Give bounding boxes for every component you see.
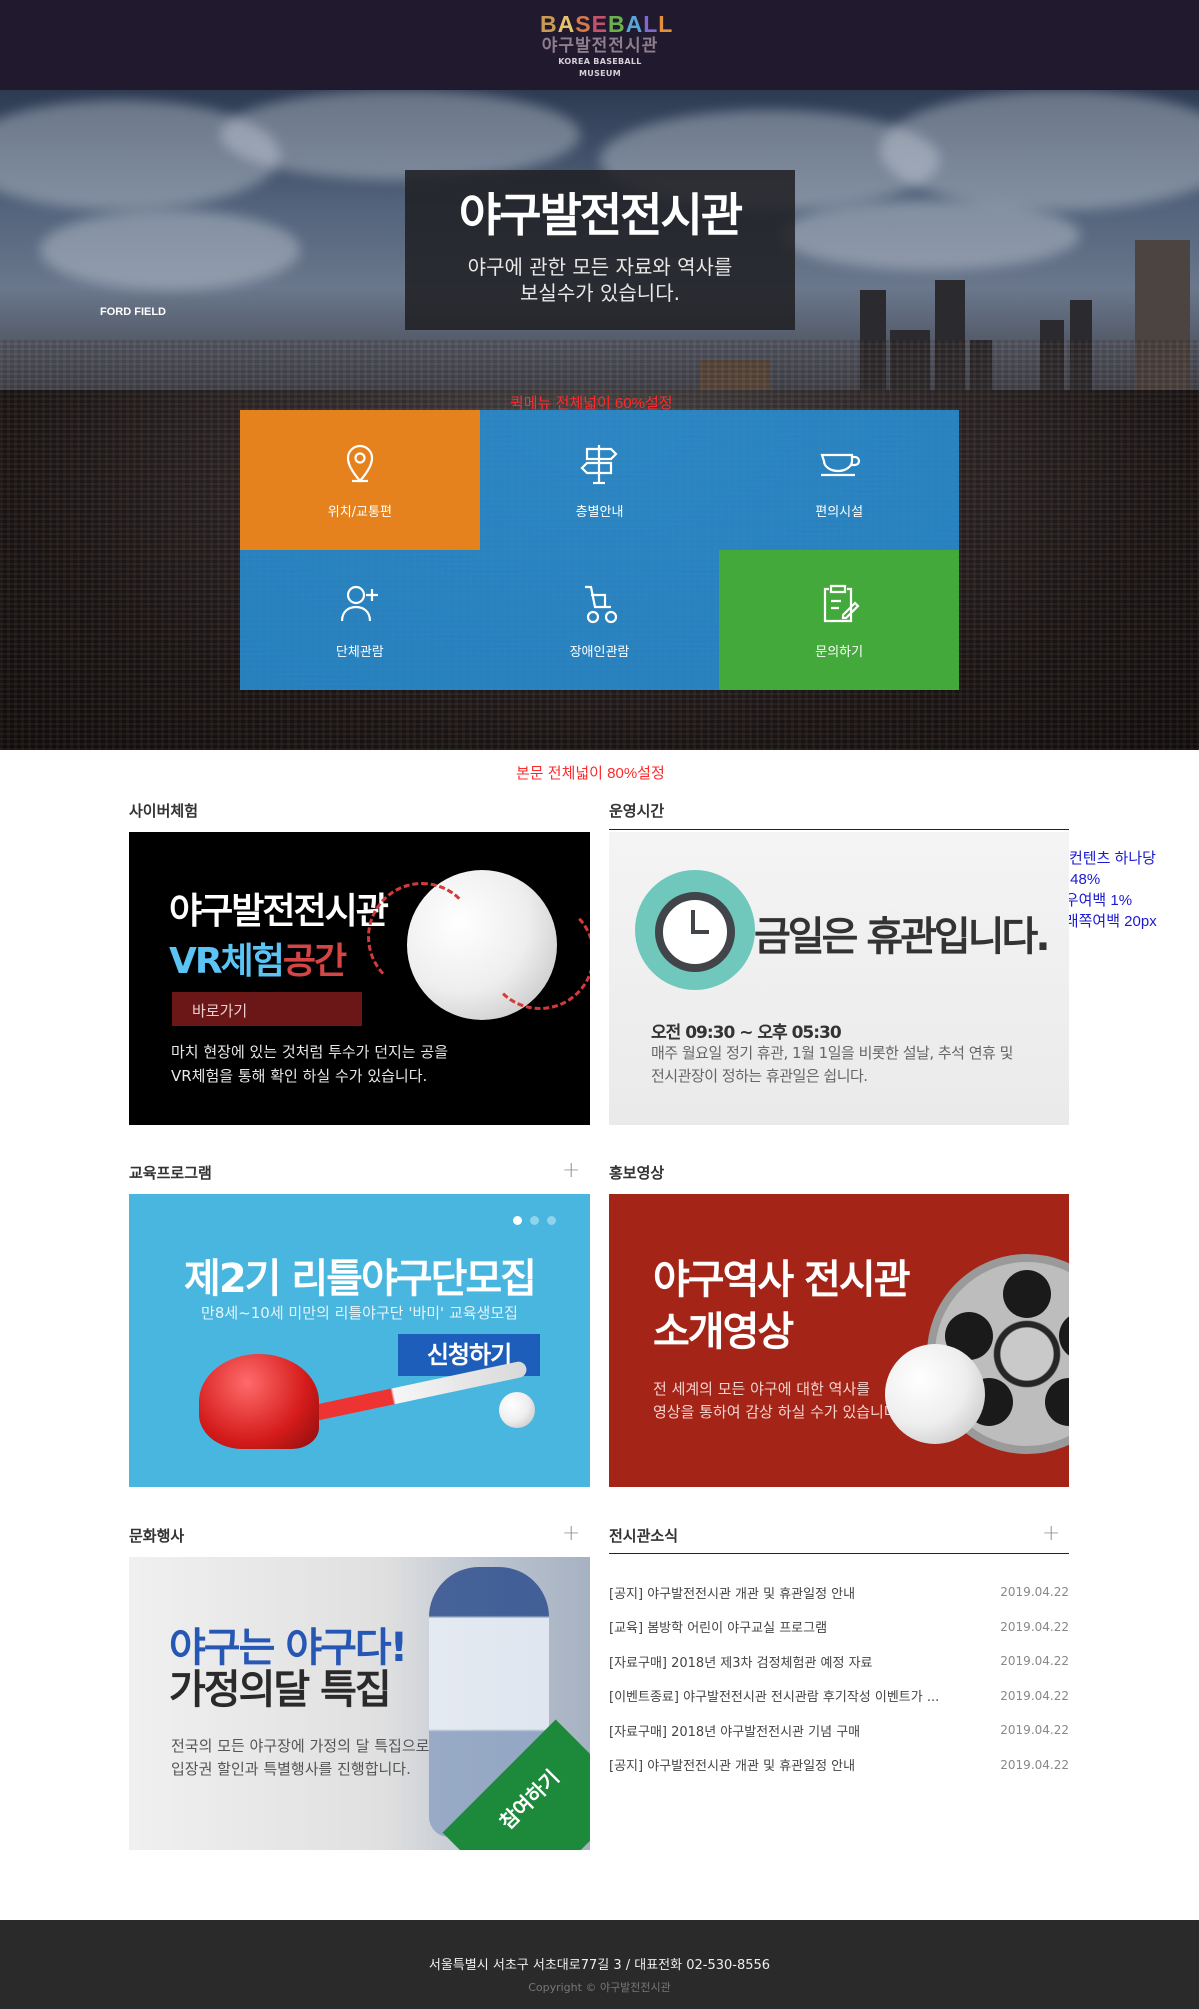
vr-subtitle: VR체험공간 xyxy=(169,941,347,982)
education-more-plus-icon[interactable]: + xyxy=(562,1160,580,1182)
section-title-news: 전시관소식 xyxy=(609,1527,679,1545)
hours-time: 오전 09:30 ~ 오후 05:30 xyxy=(651,1023,842,1043)
quick-inquiry-label: 문의하기 xyxy=(815,644,864,660)
hours-description: 매주 월요일 정기 휴관, 1월 1일을 비롯한 설날, 추석 연휴 및 전시관… xyxy=(651,1044,1013,1085)
baseball-image xyxy=(885,1344,985,1444)
site-header: BASEBALL 야구발전전시관 KOREA BASEBALL MUSEUM xyxy=(0,0,1199,90)
league-title: 제2기 리틀야구단모집 xyxy=(184,1256,537,1302)
news-title[interactable]: [공지] 야구발전전시관 개관 및 휴관일정 안내 xyxy=(609,1583,855,1602)
logo-english-name: KOREA BASEBALL MUSEUM xyxy=(558,57,642,78)
section-title-education: 교육프로그램 xyxy=(129,1164,212,1182)
slider-dot[interactable] xyxy=(547,1216,556,1225)
news-date: 2019.04.22 xyxy=(1000,1619,1069,1634)
quick-accessibility[interactable]: 장애인관람 xyxy=(479,550,720,690)
news-date: 2019.04.22 xyxy=(1000,1723,1069,1738)
join-label: 참여하기 xyxy=(494,1765,564,1835)
quick-group-visit[interactable]: 단체관람 xyxy=(240,550,480,690)
quick-facilities[interactable]: 편의시설 xyxy=(719,410,959,550)
news-title[interactable]: [이벤트종료] 야구발전전시관 전시관람 후기작성 이벤트가 ... xyxy=(609,1686,939,1705)
slider-dots[interactable] xyxy=(513,1216,556,1225)
news-title[interactable]: [교육] 봄방학 어린이 야구교실 프로그램 xyxy=(609,1617,827,1636)
baseball-image xyxy=(367,870,590,1020)
logo-wordmark: BASEBALL xyxy=(540,11,674,37)
site-logo[interactable]: BASEBALL 야구발전전시관 KOREA BASEBALL MUSEUM xyxy=(540,11,674,80)
culture-description: 전국의 모든 야구장에 가정의 달 특집으로 입장권 할인과 특별행사를 진행합… xyxy=(171,1737,430,1778)
quick-floor-guide-label: 층별안내 xyxy=(575,504,624,520)
batting-helmet-image xyxy=(199,1354,319,1449)
wheelchair-icon xyxy=(585,585,618,623)
news-date: 2019.04.22 xyxy=(1000,1585,1069,1600)
vr-description: 마치 현장에 있는 것처럼 투수가 던지는 공을 VR체험을 통해 확인 하실 … xyxy=(171,1043,449,1085)
quick-menu: 위치/교통편 층별안내 편의시설 단체관람 장애인관람 문의하기 xyxy=(240,410,959,690)
news-item[interactable]: [이벤트종료] 야구발전전시관 전시관람 후기작성 이벤트가 ... 2019.… xyxy=(609,1679,1069,1714)
section-divider xyxy=(609,829,1069,830)
news-date: 2019.04.22 xyxy=(1000,1757,1069,1772)
site-footer: 서울특별시 서초구 서초대로77길 3 / 대표전화 02-530-8556 C… xyxy=(0,1920,1199,2009)
promo-video-banner[interactable]: 야구역사 전시관 소개영상 전 세계의 모든 야구에 대한 역사를 영상을 통하… xyxy=(609,1194,1069,1487)
footer-address: 서울특별시 서초구 서초대로77길 3 / 대표전화 02-530-8556 xyxy=(428,1958,771,1973)
news-title[interactable]: [자료구매] 2018년 제3차 검정체험관 예정 자료 xyxy=(609,1652,873,1671)
clock-icon xyxy=(655,892,735,972)
section-divider xyxy=(609,1553,1069,1554)
news-date: 2019.04.22 xyxy=(1000,1688,1069,1703)
promo-description: 전 세계의 모든 야구에 대한 역사를 영상을 통하여 감상 하실 수가 있습니… xyxy=(653,1380,903,1421)
quick-location[interactable]: 위치/교통편 xyxy=(240,410,480,550)
hero-title-box: 야구발전전시관 야구에 관한 모든 자료와 역사를 보실수가 있습니다. xyxy=(405,170,795,330)
clipboard-edit-icon xyxy=(824,584,860,622)
quick-inquiry[interactable]: 문의하기 xyxy=(719,550,959,690)
section-title-cyber: 사이버체험 xyxy=(129,802,199,820)
culture-more-plus-icon[interactable]: + xyxy=(562,1523,580,1545)
location-pin-icon xyxy=(346,444,373,483)
footer-copyright: Copyright © 야구발전전시관 xyxy=(528,1981,671,1994)
news-item[interactable]: [공지] 야구발전전시관 개관 및 휴관일정 안내 2019.04.22 xyxy=(609,1748,1069,1783)
quick-location-label: 위치/교통편 xyxy=(327,504,392,520)
section-title-hours: 운영시간 xyxy=(609,802,665,820)
coffee-cup-icon xyxy=(820,453,861,476)
hero-title: 야구발전전시관 xyxy=(458,188,743,242)
quick-accessibility-label: 장애인관람 xyxy=(569,644,630,660)
vr-experience-banner[interactable]: 야구발전전시관 VR체험공간 바로가기 마치 현장에 있는 것처럼 투수가 던지… xyxy=(129,832,590,1125)
culture-event-banner[interactable]: 야구는 야구다! 가정의달 특집 전국의 모든 야구장에 가정의 달 특집으로 … xyxy=(129,1557,590,1850)
vr-go-button[interactable]: 바로가기 xyxy=(172,992,362,1026)
hero-section: FORD FIELD 야구발전전시관 야구에 관한 모든 자료와 역사를 보실수… xyxy=(0,90,1199,750)
logo-korean-name: 야구발전전시관 xyxy=(541,36,659,56)
baseball-image xyxy=(499,1392,535,1428)
hero-subtitle-line2: 보실수가 있습니다. xyxy=(520,281,680,305)
main-width-annotation: 본문 전체넓이 80%설정 xyxy=(516,765,665,782)
news-list: [공지] 야구발전전시관 개관 및 휴관일정 안내 2019.04.22 [교육… xyxy=(609,1575,1069,1782)
culture-title2: 가정의달 특집 xyxy=(169,1667,392,1713)
add-user-icon xyxy=(340,585,378,621)
news-item[interactable]: [공지] 야구발전전시관 개관 및 휴관일정 안내 2019.04.22 xyxy=(609,1575,1069,1610)
signpost-icon xyxy=(580,444,619,484)
slider-dot[interactable] xyxy=(530,1216,539,1225)
news-item[interactable]: [자료구매] 2018년 제3차 검정체험관 예정 자료 2019.04.22 xyxy=(609,1644,1069,1679)
closed-today-text: 금일은 휴관입니다. xyxy=(754,914,1051,960)
news-title[interactable]: [자료구매] 2018년 야구발전전시관 기념 구매 xyxy=(609,1721,860,1740)
news-item[interactable]: [자료구매] 2018년 야구발전전시관 기념 구매 2019.04.22 xyxy=(609,1713,1069,1748)
slider-dot[interactable] xyxy=(513,1216,522,1225)
section-title-culture: 문화행사 xyxy=(129,1527,185,1545)
hero-subtitle-line1: 야구에 관한 모든 자료와 역사를 xyxy=(467,255,733,279)
quick-floor-guide[interactable]: 층별안내 xyxy=(479,410,720,550)
operating-hours-banner: 금일은 휴관입니다. 오전 09:30 ~ 오후 05:30 매주 월요일 정기… xyxy=(609,832,1069,1125)
news-title[interactable]: [공지] 야구발전전시관 개관 및 휴관일정 안내 xyxy=(609,1755,855,1774)
ford-field-sign: FORD FIELD xyxy=(100,306,166,318)
section-title-promo: 홍보영상 xyxy=(609,1164,665,1182)
league-subtitle: 만8세~10세 미만의 리틀야구단 '바미' 교육생모집 xyxy=(201,1304,518,1322)
quick-facilities-label: 편의시설 xyxy=(815,504,864,520)
news-date: 2019.04.22 xyxy=(1000,1654,1069,1669)
promo-title: 야구역사 전시관 소개영상 xyxy=(653,1257,911,1355)
little-league-banner[interactable]: 제2기 리틀야구단모집 만8세~10세 미만의 리틀야구단 '바미' 교육생모집… xyxy=(129,1194,590,1487)
quick-group-visit-label: 단체관람 xyxy=(335,644,384,660)
news-more-plus-icon[interactable]: + xyxy=(1042,1523,1060,1545)
vr-title: 야구발전전시관 xyxy=(169,891,389,932)
news-item[interactable]: [교육] 봄방학 어린이 야구교실 프로그램 2019.04.22 xyxy=(609,1610,1069,1645)
